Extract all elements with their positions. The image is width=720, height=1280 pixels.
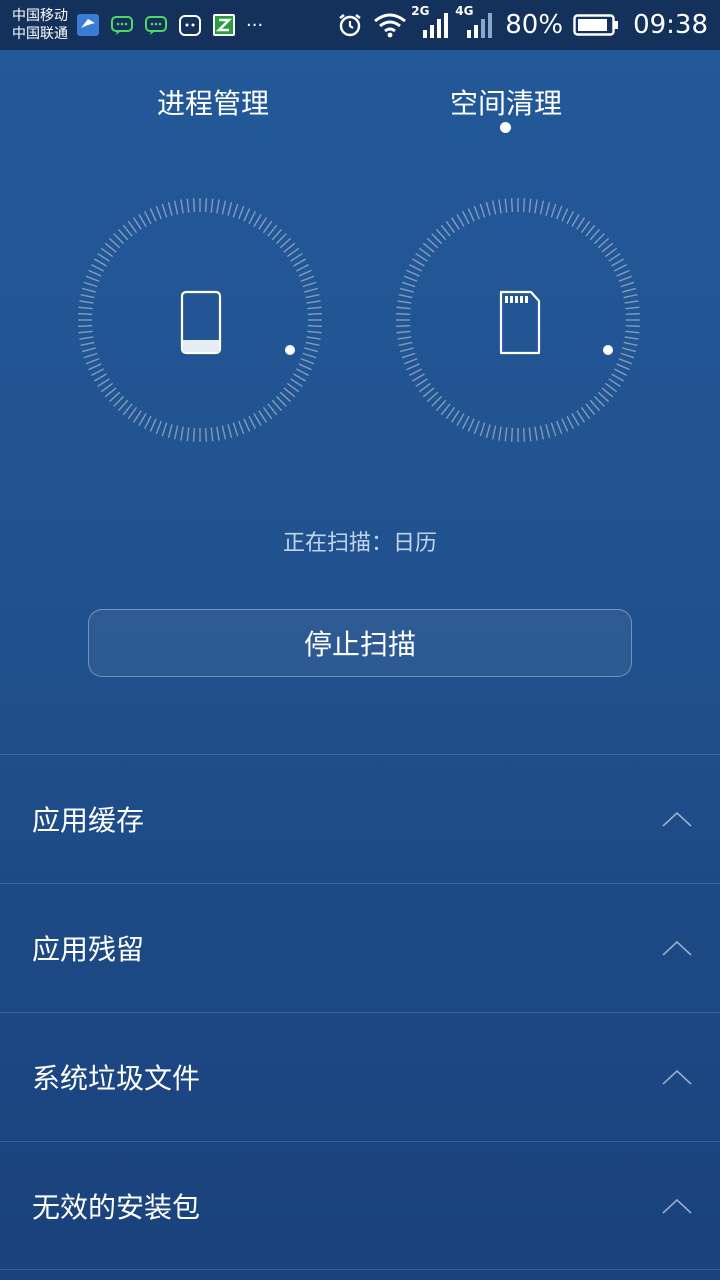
network-type-2: 4G [455,4,474,18]
active-tab-indicator [500,122,511,133]
list-item-label: 系统垃圾文件 [32,1062,201,1095]
stop-scan-button[interactable]: 停止扫描 [88,609,632,677]
chevron-up-icon [662,1069,692,1085]
notification-icons: ··· [76,13,263,37]
cleanup-category-list: 应用缓存 应用残留 系统垃圾文件 无效的安装包 [0,754,720,1270]
storage-dial [393,195,643,445]
alarm-icon [337,12,363,38]
battery-icon [573,13,619,37]
tab-process-management[interactable]: 进程管理 [157,82,269,122]
carrier-1: 中国移动 [12,8,68,24]
carrier-info: 中国移动 中国联通 [12,7,68,43]
more-notifications: ··· [246,14,264,36]
list-item-invalid-packages[interactable]: 无效的安装包 [0,1141,720,1270]
scan-status-text: 正在扫描：日历 [282,531,437,556]
list-item-label: 无效的安装包 [32,1190,201,1224]
system-status: 2G 4G 80% 09:38 [337,4,708,40]
list-item-system-junk[interactable]: 系统垃圾文件 [0,1012,720,1141]
phone-memory-dial [75,195,325,445]
list-item-label: 应用残留 [32,933,145,966]
chevron-up-icon [662,940,692,956]
list-item-label: 应用缓存 [32,804,145,837]
network-type-1: 2G [411,4,430,18]
status-bar: 中国移动 中国联通 ··· 2G 4G 80% 09:38 [0,0,720,50]
signal-1: 2G [411,4,451,40]
wifi-icon [373,12,407,38]
chevron-up-icon [662,1198,692,1214]
signal-2: 4G [455,4,495,40]
sd-card-icon [499,290,613,355]
list-item-app-residue[interactable]: 应用残留 [0,883,720,1012]
z-app-icon [212,13,236,37]
bird-app-icon [76,13,100,37]
message-icon [110,13,134,37]
message-icon [144,13,168,37]
battery-percent: 80% [505,10,564,40]
clock: 09:38 [633,10,708,40]
tab-space-cleanup[interactable]: 空间清理 [450,82,562,122]
cat-app-icon [178,13,202,37]
carrier-2: 中国联通 [12,26,68,42]
chevron-up-icon [662,811,692,827]
list-item-app-cache[interactable]: 应用缓存 [0,754,720,883]
tab-bar: 进程管理 空间清理 [0,72,720,142]
phone-icon [180,290,295,355]
